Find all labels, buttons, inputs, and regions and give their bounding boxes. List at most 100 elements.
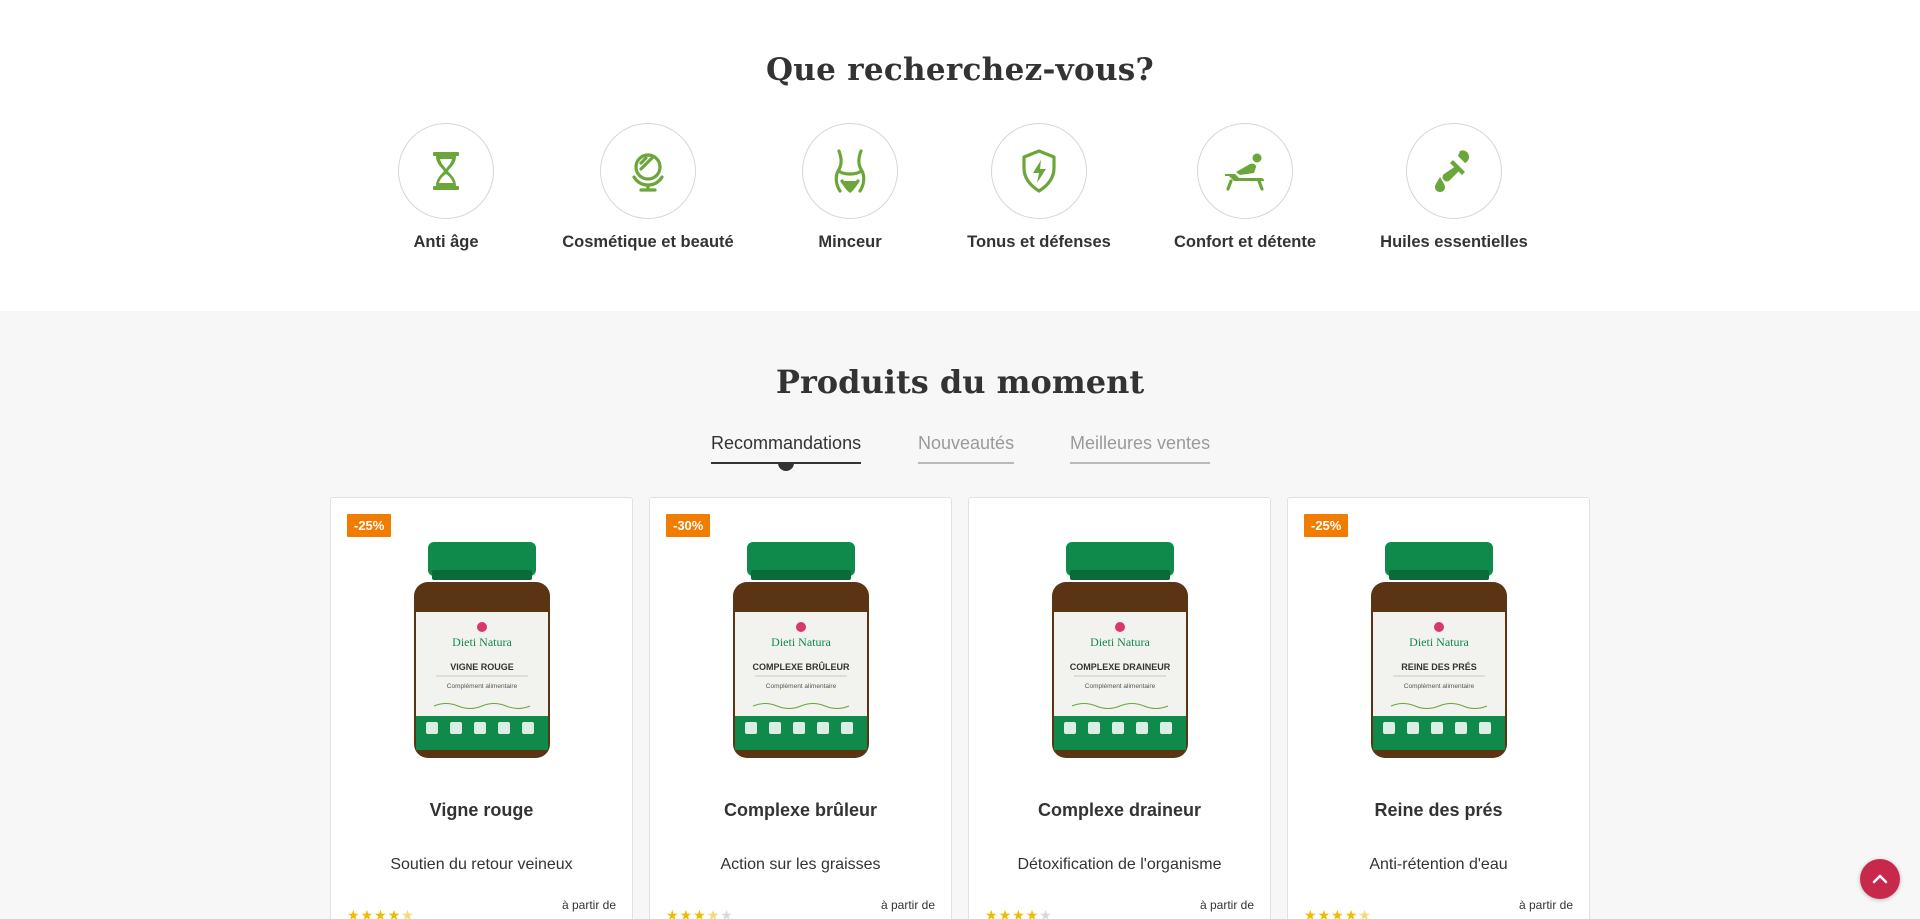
star-icon: ★	[720, 907, 734, 919]
star-icon: ★	[1012, 907, 1026, 919]
jar-brand: Dieti Natura	[1409, 635, 1469, 649]
star-icon: ★	[347, 907, 361, 919]
product-card[interactable]: -25% Dieti Natura REINE DES PRÉS Complémen…	[1287, 497, 1590, 919]
category-circle[interactable]	[802, 123, 898, 219]
tab-label[interactable]: Nouveautés	[918, 433, 1014, 453]
jar-cap-rim	[751, 570, 851, 580]
category-circle[interactable]	[398, 123, 494, 219]
jar-badge-icon	[1112, 722, 1124, 734]
jar-brand: Dieti Natura	[452, 635, 512, 649]
mirror-icon	[632, 153, 664, 192]
star-icon: ★	[1025, 907, 1040, 919]
star-icon: ★	[1317, 907, 1332, 919]
product-image[interactable]: Dieti Natura COMPLEXE DRAINEUR Complément …	[1050, 540, 1190, 760]
jar-badge-icon	[498, 722, 510, 734]
tab-recommandations[interactable]: Recommandations	[711, 433, 862, 471]
jar-product-label: VIGNE ROUGE	[450, 662, 514, 672]
jar-brand: Dieti Natura	[1090, 635, 1150, 649]
category-label[interactable]: Confort et détente	[1135, 233, 1355, 252]
product-name[interactable]: Complexe brûleur	[650, 800, 951, 821]
star-icon: ★	[1331, 907, 1345, 919]
jar-cap-rim	[432, 570, 532, 580]
star-icon: ★	[1344, 907, 1359, 919]
products-section: Produits du moment Recommandations Nouve…	[0, 311, 1920, 919]
product-name[interactable]: Reine des prés	[1288, 800, 1589, 821]
brand-flower	[1115, 622, 1125, 632]
star-icon: ★	[679, 907, 694, 919]
star-icon: ★	[693, 907, 707, 919]
discount-badge: -25%	[347, 514, 392, 537]
star-icon: ★	[666, 907, 680, 919]
star-icon: ★	[401, 907, 415, 919]
jar-badge-icon	[817, 722, 829, 734]
star-icon: ★	[706, 907, 721, 919]
product-card[interactable]: -30% Dieti Natura COMPLEXE BRÛLEUR Complém…	[649, 497, 952, 919]
category-circle[interactable]	[1197, 123, 1293, 219]
product-tabs: Recommandations Nouveautés Meilleures ve…	[0, 433, 1920, 473]
jar-badge-icon	[1407, 722, 1419, 734]
product-description: Détoxification de l'organisme	[1017, 856, 1222, 873]
brand-flower	[796, 622, 806, 632]
products-title: Produits du moment	[775, 363, 1145, 401]
price-prefix: à partir de	[880, 898, 935, 912]
jar-badge-icon	[769, 722, 781, 734]
product-name[interactable]: Vigne rouge	[331, 800, 632, 821]
product-card[interactable]: Dieti Natura COMPLEXE DRAINEUR Complément …	[968, 497, 1271, 919]
rating-stars: ★★★★★	[347, 907, 415, 919]
brand-flower	[1434, 622, 1444, 632]
star-icon: ★	[1358, 907, 1372, 919]
product-image[interactable]: Dieti Natura COMPLEXE BRÛLEUR Complément a…	[731, 540, 871, 760]
category-confort[interactable]: Confort et détente	[1135, 123, 1355, 252]
rating-stars: ★★★★★	[1304, 907, 1372, 919]
category-label[interactable]: Cosmétique et beauté	[538, 233, 758, 252]
category-circle[interactable]	[1406, 123, 1502, 219]
chevron-up-icon	[1872, 874, 1888, 884]
category-label[interactable]: Minceur	[740, 233, 960, 252]
star-icon: ★	[387, 907, 402, 919]
jar-badge-icon	[426, 722, 438, 734]
product-card[interactable]: -25% Dieti Natura VIGNE ROUGE Complément a…	[330, 497, 633, 919]
category-label[interactable]: Tonus et défenses	[929, 233, 1149, 252]
jar-cap-rim	[1389, 570, 1489, 580]
product-name[interactable]: Complexe draineur	[969, 800, 1270, 821]
jar-badge-icon	[1383, 722, 1395, 734]
category-huiles[interactable]: Huiles essentielles	[1344, 123, 1564, 252]
tab-meilleures-ventes[interactable]: Meilleures ventes	[1070, 433, 1211, 464]
jar-badge-icon	[522, 722, 534, 734]
price-prefix: à partir de	[1199, 898, 1254, 912]
tab-label[interactable]: Recommandations	[711, 433, 861, 453]
product-description: Soutien du retour veineux	[390, 856, 573, 873]
waist-icon	[834, 149, 866, 193]
jar-badge-icon	[1455, 722, 1467, 734]
back-to-top-button[interactable]	[1860, 859, 1900, 899]
product-description: Anti-rétention d'eau	[1369, 856, 1508, 873]
brand-flower	[477, 622, 487, 632]
tab-label[interactable]: Meilleures ventes	[1070, 433, 1210, 453]
category-cosmetique[interactable]: Cosmétique et beauté	[538, 123, 758, 252]
lounge-chair-icon	[1225, 153, 1264, 191]
dropper-icon	[1435, 150, 1469, 192]
jar-badge-icon	[745, 722, 757, 734]
product-image[interactable]: Dieti Natura VIGNE ROUGE Complément alimen…	[412, 540, 552, 760]
product-description: Action sur les graisses	[720, 856, 881, 873]
jar-badge-icon	[1431, 722, 1443, 734]
jar-badge-icon	[1160, 722, 1172, 734]
jar-badge-icon	[450, 722, 462, 734]
product-image[interactable]: Dieti Natura REINE DES PRÉS Complément ali…	[1369, 540, 1509, 760]
discount-badge: -30%	[666, 514, 711, 537]
category-circle[interactable]	[991, 123, 1087, 219]
jar-product-label: COMPLEXE DRAINEUR	[1070, 662, 1171, 672]
jar-badge-icon	[1088, 722, 1100, 734]
active-tab-indicator	[778, 463, 795, 471]
category-label[interactable]: Anti âge	[336, 233, 556, 252]
search-section: Que recherchez-vous? Anti âge Cosmétique…	[0, 0, 1920, 311]
star-icon: ★	[360, 907, 375, 919]
category-label[interactable]: Huiles essentielles	[1344, 233, 1564, 252]
category-anti-age[interactable]: Anti âge	[336, 123, 556, 252]
category-circle[interactable]	[600, 123, 696, 219]
jar-product-label: REINE DES PRÉS	[1401, 662, 1477, 672]
category-minceur[interactable]: Minceur	[740, 123, 960, 252]
category-tonus[interactable]: Tonus et défenses	[929, 123, 1149, 252]
jar-badge-icon	[1064, 722, 1076, 734]
tab-nouveautes[interactable]: Nouveautés	[918, 433, 1015, 464]
